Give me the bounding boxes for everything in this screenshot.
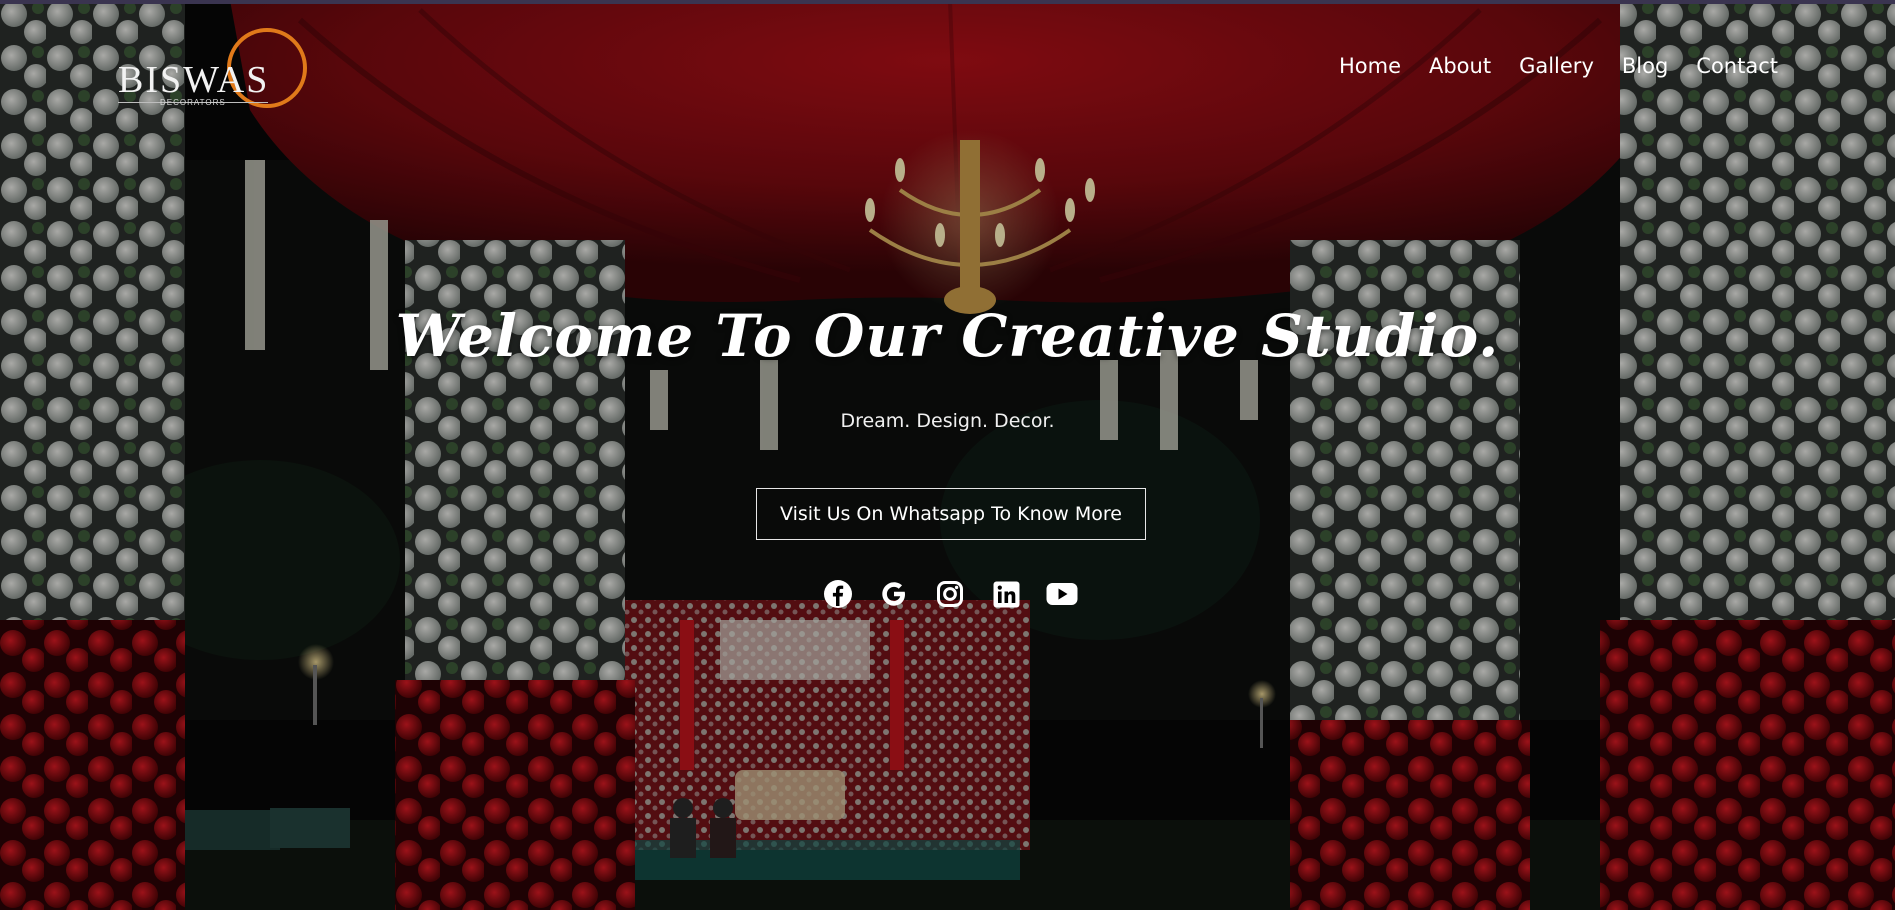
hero-dark-overlay bbox=[0, 0, 1895, 910]
youtube-icon[interactable] bbox=[1046, 578, 1078, 610]
nav-home[interactable]: Home bbox=[1339, 54, 1401, 78]
facebook-icon[interactable] bbox=[822, 578, 854, 610]
brand-subtitle: DECORATORS bbox=[160, 98, 226, 107]
nav-blog[interactable]: Blog bbox=[1622, 54, 1668, 78]
google-icon[interactable] bbox=[878, 578, 910, 610]
social-links bbox=[822, 578, 1102, 610]
whatsapp-cta-button[interactable]: Visit Us On Whatsapp To Know More bbox=[756, 488, 1146, 540]
brand-logo[interactable]: BISWAS DECORATORS bbox=[116, 24, 316, 114]
brand-name: BISWAS bbox=[118, 59, 270, 101]
nav-contact[interactable]: Contact bbox=[1696, 54, 1778, 78]
main-nav: Home About Gallery Blog Contact bbox=[1311, 54, 1778, 78]
hero-section: BISWAS DECORATORS Home About Gallery Blo… bbox=[0, 0, 1895, 910]
nav-about[interactable]: About bbox=[1429, 54, 1491, 78]
hero-headline: Welcome To Our Creative Studio. bbox=[395, 302, 1500, 370]
site-header: BISWAS DECORATORS Home About Gallery Blo… bbox=[0, 0, 1895, 130]
instagram-icon[interactable] bbox=[934, 578, 966, 610]
nav-gallery[interactable]: Gallery bbox=[1519, 54, 1594, 78]
linkedin-icon[interactable] bbox=[990, 578, 1022, 610]
hero-tagline: Dream. Design. Decor. bbox=[840, 410, 1055, 432]
